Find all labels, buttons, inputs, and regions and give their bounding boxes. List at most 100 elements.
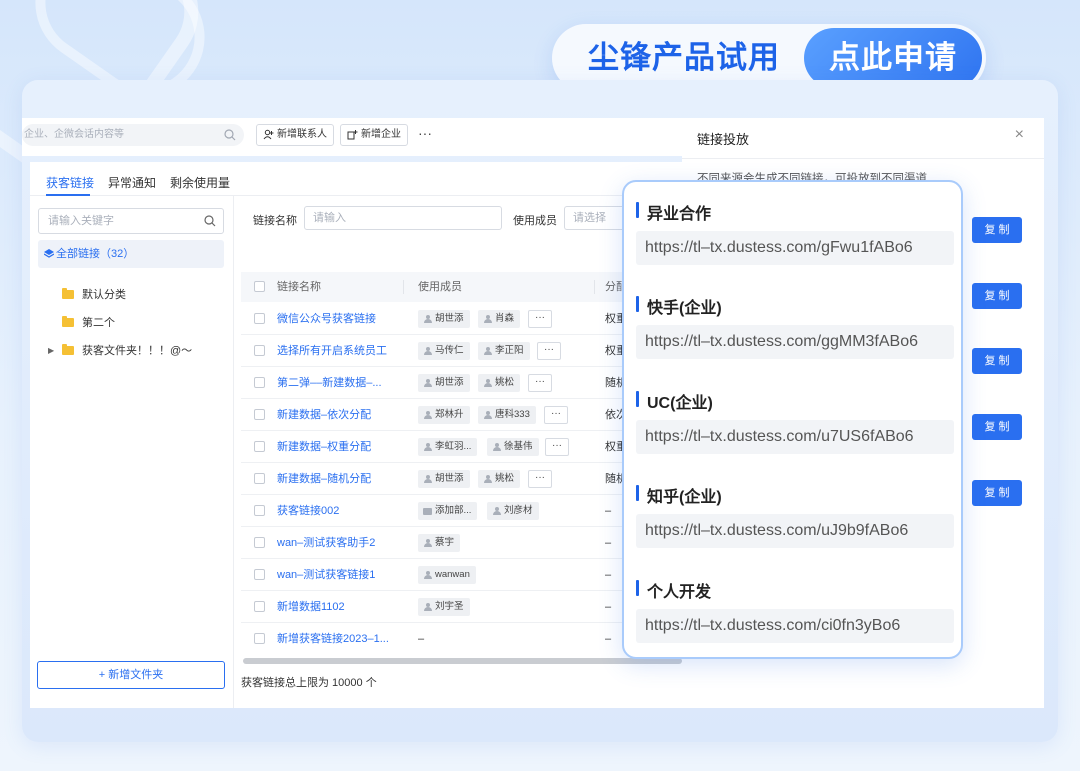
person-icon [424,379,432,387]
folder-icon [62,316,74,327]
more-members-button[interactable]: ··· [528,470,552,488]
channel-url[interactable]: https://tl–tx.dustess.com/u7US6fABo6 [636,420,954,454]
tab-remaining-usage[interactable]: 剩余使用量 [170,174,230,191]
member-chip: 胡世添 [418,470,470,488]
person-icon [493,507,501,515]
apply-trial-button[interactable]: 点此申请 [804,28,982,88]
link-name[interactable]: 微信公众号获客链接 [277,303,376,335]
table-row: 选择所有开启系统员工 马传仁 李正阳 ··· 权重 [241,335,682,367]
link-name[interactable]: 新增数据1102 [277,591,345,623]
tab-exception-notice[interactable]: 异常通知 [108,174,156,191]
column-header: 使用成员 [418,281,462,293]
global-search-input[interactable]: 企业、企微会话内容等 [22,124,244,146]
horizontal-scrollbar[interactable] [243,658,682,664]
member-name: 姚松 [495,473,515,484]
channel-url[interactable]: https://tl–tx.dustess.com/uJ9b9fABo6 [636,514,954,548]
distribution-mode: – [605,505,612,517]
member-empty: – [418,633,425,645]
folder-item[interactable]: 默认分类 [62,286,126,304]
row-checkbox[interactable] [254,441,265,452]
channel-name: UC(企业) [636,389,713,413]
person-icon [424,539,432,547]
link-name[interactable]: wan–测试获客链接1 [277,559,375,591]
link-name[interactable]: 新建数据–权重分配 [277,431,371,463]
more-members-button[interactable]: ··· [528,374,552,392]
member-name: 马传仁 [435,345,464,356]
member-name: 刘宇圣 [435,601,464,612]
tab-acquisition-links[interactable]: 获客链接 [46,174,94,191]
channel-name: 知乎(企业) [636,483,722,507]
member-chip: 胡世添 [418,374,470,392]
person-icon [493,443,501,451]
add-user-icon [263,129,274,140]
more-members-button[interactable]: ··· [528,310,552,328]
copy-button[interactable]: 复 制 [972,348,1022,374]
member-name: 李虹羽... [435,441,472,452]
table-row: 新建数据–权重分配 李虹羽... 徐基伟 ··· 权重 [241,431,682,463]
link-name[interactable]: 第二弹––新建数据–... [277,367,382,399]
link-name-placeholder: 请输入 [313,212,346,224]
table-row: 新增获客链接2023–1... – – [241,623,682,655]
row-checkbox[interactable] [254,313,265,324]
row-checkbox[interactable] [254,601,265,612]
copy-button[interactable]: 复 制 [972,217,1022,243]
person-icon [424,475,432,483]
row-checkbox[interactable] [254,505,265,516]
select-all-checkbox[interactable] [254,281,265,292]
member-chip: 姚松 [478,470,521,488]
link-name[interactable]: wan–测试获客助手2 [277,527,375,559]
member-chip: 马传仁 [418,342,470,360]
add-company-button[interactable]: 新增企业 [340,124,408,146]
all-links-item[interactable]: 全部链接（32） [38,240,224,268]
distribution-mode: – [605,633,612,645]
member-placeholder: 请选择 [573,212,606,224]
link-name-filter-input[interactable]: 请输入 [304,206,502,230]
table-row: 新建数据–随机分配 胡世添 姚松 ··· 随机 [241,463,682,495]
folder-item[interactable]: 获客文件夹！！！@～ [62,342,192,360]
link-name[interactable]: 新建数据–随机分配 [277,463,371,495]
person-icon [484,411,492,419]
tab-bar: 获客链接 异常通知 剩余使用量 [30,162,682,196]
row-checkbox[interactable] [254,633,265,644]
member-chip: 添加部... [418,502,478,520]
person-icon [484,379,492,387]
row-checkbox[interactable] [254,537,265,548]
more-menu-button[interactable]: ··· [418,126,432,140]
copy-button[interactable]: 复 制 [972,414,1022,440]
more-members-button[interactable]: ··· [544,406,568,424]
copy-button[interactable]: 复 制 [972,480,1022,506]
more-members-button[interactable]: ··· [545,438,569,456]
row-checkbox[interactable] [254,345,265,356]
member-name: 胡世添 [435,377,464,388]
member-chip: 刘彦材 [487,502,539,520]
row-checkbox[interactable] [254,377,265,388]
link-limit-note: 获客链接总上限为 10000 个 [241,677,377,689]
person-icon [484,315,492,323]
add-contact-label: 新增联系人 [277,129,327,140]
link-name[interactable]: 获客链接002 [277,495,339,527]
copy-button[interactable]: 复 制 [972,283,1022,309]
table-row: 新增数据1102 刘宇圣 – [241,591,682,623]
row-checkbox[interactable] [254,569,265,580]
member-name: 郑林升 [435,409,464,420]
link-name[interactable]: 选择所有开启系统员工 [277,335,387,367]
channel-url[interactable]: https://tl–tx.dustess.com/ggMM3fABo6 [636,325,954,359]
channel-url[interactable]: https://tl–tx.dustess.com/gFwu1fABo6 [636,231,954,265]
layers-icon [44,249,54,258]
caret-right-icon[interactable]: ▶ [48,342,54,360]
channel-url[interactable]: https://tl–tx.dustess.com/ci0fn3yBo6 [636,609,954,643]
member-chip: 李虹羽... [418,438,478,456]
link-name[interactable]: 新增获客链接2023–1... [277,623,389,655]
new-folder-button[interactable]: + 新增文件夹 [37,661,225,689]
folder-item[interactable]: 第二个 [62,314,115,332]
person-icon [424,603,432,611]
row-checkbox[interactable] [254,409,265,420]
person-icon [484,475,492,483]
more-members-button[interactable]: ··· [537,342,561,360]
link-name[interactable]: 新建数据–依次分配 [277,399,371,431]
add-contact-button[interactable]: 新增联系人 [256,124,334,146]
close-icon[interactable]: × [1015,126,1024,144]
keyword-search-input[interactable]: 请输入关键字 [38,208,224,234]
person-icon [484,347,492,355]
row-checkbox[interactable] [254,473,265,484]
